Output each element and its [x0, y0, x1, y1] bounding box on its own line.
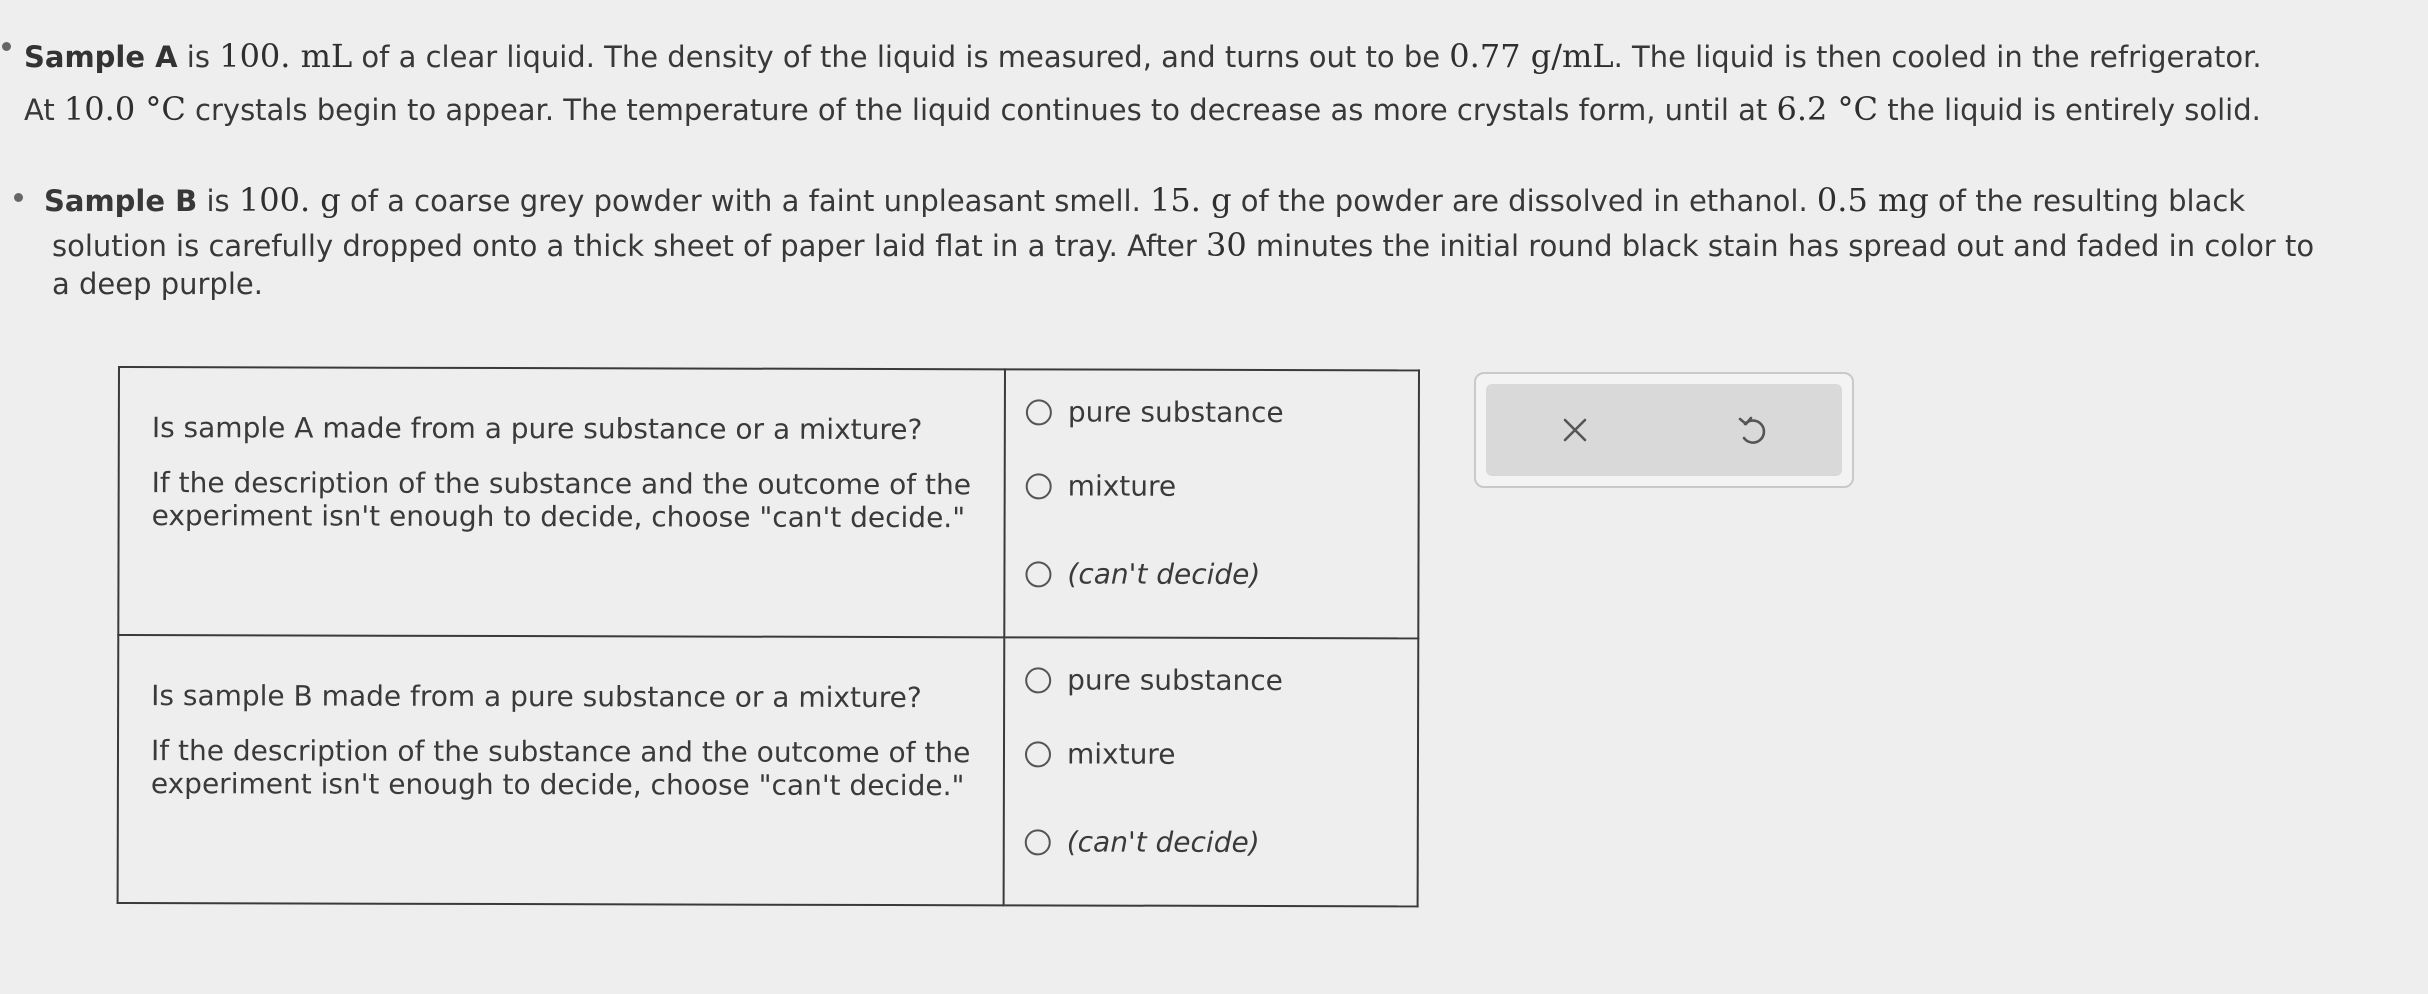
option-b-pure-substance[interactable]: pure substance — [1025, 650, 1397, 711]
option-label: pure substance — [1067, 663, 1283, 698]
option-label: (can't decide) — [1066, 825, 1260, 859]
question-a-text: Is sample A made from a pure substance o… — [151, 411, 923, 447]
text: of the resulting black — [1928, 184, 2246, 218]
question-a-options: pure substance mixture (can't decide) — [1004, 369, 1419, 639]
question-row-a: Is sample A made from a pure substance o… — [118, 367, 1419, 639]
bullet-sample-a — [2, 42, 11, 51]
sample-b-line-1: Sample B is 100. g of a coarse grey powd… — [44, 178, 2392, 223]
option-label: mixture — [1067, 469, 1177, 503]
sample-b-line-3: a deep purple. — [52, 262, 2392, 306]
option-a-pure-substance[interactable]: pure substance — [1025, 382, 1398, 443]
undo-button[interactable] — [1723, 400, 1783, 460]
question-b-prompt-cell: Is sample B made from a pure substance o… — [117, 635, 1005, 906]
toolbar-inner — [1486, 384, 1842, 476]
sample-b-drop-mass: 0.5 mg — [1816, 181, 1929, 219]
option-b-cant-decide[interactable]: (can't decide) — [1024, 798, 1397, 887]
text: . The liquid is then cooled in the refri… — [1613, 40, 2262, 74]
sample-a-density: 0.77 g/mL — [1449, 37, 1614, 75]
text: of a clear liquid. The density of the li… — [352, 40, 1450, 74]
bullet-sample-b — [14, 193, 23, 202]
question-row-b: Is sample B made from a pure substance o… — [117, 635, 1419, 907]
text: of a coarse grey powder with a faint unp… — [340, 184, 1151, 218]
clear-button[interactable] — [1545, 400, 1605, 460]
text: solution is carefully dropped onto a thi… — [52, 229, 1206, 263]
text: is — [197, 184, 239, 218]
text: At — [24, 93, 64, 127]
sample-b-dissolved-mass: 15. g — [1150, 181, 1232, 219]
option-a-cant-decide[interactable]: (can't decide) — [1025, 530, 1397, 619]
sample-a-temp-2: 6.2 °C — [1776, 90, 1879, 128]
sample-b-minutes: 30 — [1205, 226, 1247, 264]
radio-button[interactable] — [1025, 667, 1052, 694]
question-table: Is sample A made from a pure substance o… — [117, 366, 1420, 907]
question-a-note: If the description of the substance and … — [151, 466, 972, 535]
radio-button[interactable] — [1024, 741, 1052, 768]
radio-button[interactable] — [1025, 561, 1052, 588]
text: of the powder are dissolved in ethanol. — [1231, 184, 1817, 218]
text: is — [177, 40, 220, 74]
option-label: pure substance — [1067, 395, 1284, 430]
sample-a-temp-1: 10.0 °C — [63, 90, 186, 128]
answer-toolbar — [1474, 372, 1854, 488]
sample-b-line-2: solution is carefully dropped onto a thi… — [52, 223, 2392, 268]
close-icon — [1563, 418, 1587, 442]
sample-a-line-1: Sample A is 100. mL of a clear liquid. T… — [24, 32, 2394, 81]
undo-icon — [1738, 416, 1766, 444]
sample-a-label: Sample A — [24, 40, 178, 74]
text: the liquid is entirely solid. — [1878, 93, 2261, 127]
question-b-text: Is sample B made from a pure substance o… — [151, 679, 922, 715]
option-label: (can't decide) — [1067, 557, 1261, 591]
sample-b-mass: 100. g — [238, 181, 341, 219]
sample-a-volume: 100. mL — [219, 37, 353, 75]
text: crystals begin to appear. The temperatur… — [185, 93, 1777, 127]
sample-a-line-2: At 10.0 °C crystals begin to appear. The… — [24, 85, 2394, 134]
radio-button[interactable] — [1024, 829, 1051, 856]
radio-button[interactable] — [1025, 473, 1052, 500]
question-b-note: If the description of the substance and … — [150, 734, 971, 803]
sample-a-paragraph: Sample A is 100. mL of a clear liquid. T… — [24, 32, 2394, 134]
sample-b-paragraph: Sample B is 100. g of a coarse grey powd… — [44, 178, 2392, 306]
question-a-prompt-cell: Is sample A made from a pure substance o… — [118, 367, 1005, 638]
radio-button[interactable] — [1025, 399, 1052, 426]
text: minutes the initial round black stain ha… — [1246, 229, 2315, 263]
sample-b-label: Sample B — [44, 184, 198, 218]
option-label: mixture — [1066, 737, 1176, 771]
question-b-options: pure substance mixture (can't decide) — [1003, 637, 1419, 907]
option-b-mixture[interactable]: mixture — [1024, 710, 1397, 799]
option-a-mixture[interactable]: mixture — [1025, 442, 1398, 531]
text: a deep purple. — [52, 267, 263, 301]
